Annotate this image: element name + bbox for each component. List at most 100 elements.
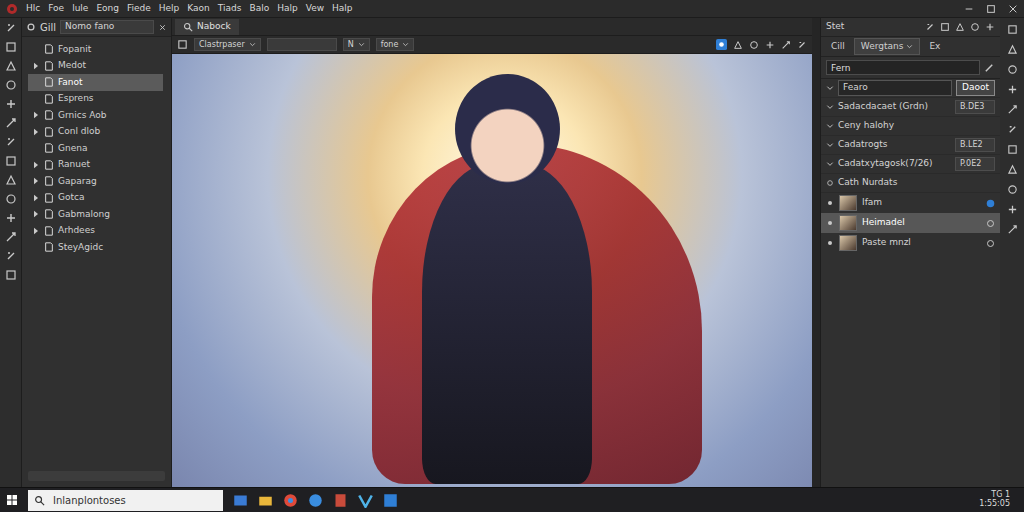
taskbar-app-icon[interactable] <box>383 493 398 508</box>
tool-icon[interactable] <box>5 98 17 110</box>
menu-item[interactable]: Kaon <box>187 2 209 16</box>
layer-row[interactable]: Heimadel <box>821 213 1000 233</box>
layer-options-icon[interactable] <box>986 239 995 248</box>
tool-icon[interactable] <box>5 250 17 262</box>
search-field[interactable] <box>826 60 980 75</box>
tool-icon[interactable] <box>5 60 17 72</box>
tool-icon[interactable] <box>1007 84 1018 95</box>
tree-item[interactable]: Gaparag <box>28 173 163 190</box>
panel-icon[interactable] <box>940 22 950 32</box>
menu-item[interactable]: Halp <box>277 2 298 16</box>
chevron-icon[interactable] <box>826 141 834 149</box>
menu-item[interactable]: Vew <box>306 2 324 16</box>
toolbar-dropdown[interactable]: Clastrpaser <box>194 38 261 51</box>
property-row[interactable]: FearoDaoot <box>821 79 1000 98</box>
panel-icon[interactable] <box>985 22 995 32</box>
tree-item[interactable]: Conl dlob <box>28 124 163 141</box>
menu-item[interactable]: Halp <box>332 2 353 16</box>
tool-icon[interactable] <box>1007 184 1018 195</box>
brush-icon[interactable] <box>984 62 995 73</box>
property-row[interactable]: Cadatxytagosk(7/26)P.0E2 <box>821 155 1000 174</box>
property-value[interactable]: B.LE2 <box>955 138 995 152</box>
taskbar-app-icon[interactable] <box>283 493 298 508</box>
taskbar-app-icon[interactable] <box>333 493 348 508</box>
tree-item[interactable]: Medot <box>28 58 163 75</box>
menu-item[interactable]: Hlc <box>26 2 40 16</box>
visibility-icon[interactable] <box>826 239 834 247</box>
tool-icon[interactable] <box>781 40 791 50</box>
taskbar-app-icon[interactable] <box>358 493 373 508</box>
tool-icon[interactable] <box>5 231 17 243</box>
tree-item[interactable]: Grnics Aob <box>28 107 163 124</box>
help-icon[interactable] <box>716 39 727 50</box>
expand-icon[interactable] <box>32 128 40 136</box>
expand-icon[interactable] <box>32 194 40 202</box>
windows-icon[interactable] <box>6 494 18 506</box>
taskbar-app-icon[interactable] <box>308 493 323 508</box>
expand-icon[interactable] <box>32 111 40 119</box>
tool-icon[interactable] <box>5 174 17 186</box>
tree-item[interactable]: Gabmalong <box>28 206 163 223</box>
tool-icon[interactable] <box>749 40 759 50</box>
menu-item[interactable]: Foe <box>48 2 64 16</box>
close-icon[interactable] <box>158 23 167 32</box>
chevron-icon[interactable] <box>826 160 834 168</box>
taskbar-clock[interactable]: TG 11:55:05 <box>979 491 1018 509</box>
tool-icon[interactable] <box>5 79 17 91</box>
expand-icon[interactable] <box>32 161 40 169</box>
layer-options-icon[interactable] <box>986 219 995 228</box>
panel-icon[interactable] <box>955 22 965 32</box>
tool-icon[interactable] <box>733 40 743 50</box>
tree-item[interactable]: Arhdees <box>28 223 163 240</box>
toolbar-dropdown[interactable]: fone <box>376 38 415 51</box>
tool-icon[interactable] <box>1007 224 1018 235</box>
expand-icon[interactable] <box>32 177 40 185</box>
chevron-icon[interactable] <box>826 103 834 111</box>
property-field[interactable]: Fearo <box>838 80 952 96</box>
menu-item[interactable]: Help <box>159 2 180 16</box>
tool-icon[interactable] <box>5 41 17 53</box>
tool-icon[interactable] <box>1007 64 1018 75</box>
tool-icon[interactable] <box>5 269 17 281</box>
property-value[interactable]: P.0E2 <box>955 157 995 171</box>
gear-icon[interactable] <box>26 22 36 32</box>
taskbar-app-icon[interactable] <box>233 493 248 508</box>
panel-dropdown[interactable]: Nomo fano <box>60 20 154 34</box>
menu-item[interactable]: Balo <box>249 2 269 16</box>
tool-icon[interactable] <box>1007 204 1018 215</box>
layer-row[interactable]: Ifam <box>821 193 1000 213</box>
tree-item[interactable]: SteyAgidc <box>28 239 163 256</box>
layer-row[interactable]: Paste mnzl <box>821 233 1000 253</box>
chevron-icon[interactable] <box>826 122 834 130</box>
tool-icon[interactable] <box>5 22 17 34</box>
expand-icon[interactable] <box>32 62 40 70</box>
panel-icon[interactable] <box>925 22 935 32</box>
menu-item[interactable]: Fiede <box>127 2 151 16</box>
tool-icon[interactable] <box>1007 124 1018 135</box>
minimize-icon[interactable] <box>964 4 974 14</box>
menu-item[interactable]: Tiads <box>218 2 242 16</box>
property-row[interactable]: Cath Nurdats <box>821 174 1000 193</box>
property-row[interactable]: Ceny halohy <box>821 117 1000 136</box>
taskbar-app-icon[interactable] <box>258 493 273 508</box>
tree-item[interactable]: Fanot <box>28 74 163 91</box>
toolbar-field[interactable] <box>267 38 337 51</box>
panel-tab[interactable]: Wergtans <box>854 38 921 56</box>
panel-tab[interactable]: Ex <box>923 39 946 55</box>
taskbar-search[interactable] <box>28 490 223 511</box>
app-logo-icon[interactable] <box>6 3 18 15</box>
visibility-icon[interactable] <box>826 199 834 207</box>
tool-icon[interactable] <box>1007 144 1018 155</box>
layer-options-icon[interactable] <box>986 199 995 208</box>
tool-icon[interactable] <box>5 193 17 205</box>
tool-icon[interactable] <box>765 40 775 50</box>
horizontal-scrollbar[interactable] <box>28 471 165 481</box>
close-icon[interactable] <box>1008 4 1018 14</box>
toolbar-dropdown[interactable]: N <box>343 38 370 51</box>
tool-icon[interactable] <box>5 117 17 129</box>
tool-icon[interactable] <box>797 40 807 50</box>
property-button[interactable]: Daoot <box>956 80 995 96</box>
search-input[interactable] <box>51 492 217 509</box>
visibility-icon[interactable] <box>826 219 834 227</box>
tree-item[interactable]: Fopanit <box>28 41 163 58</box>
